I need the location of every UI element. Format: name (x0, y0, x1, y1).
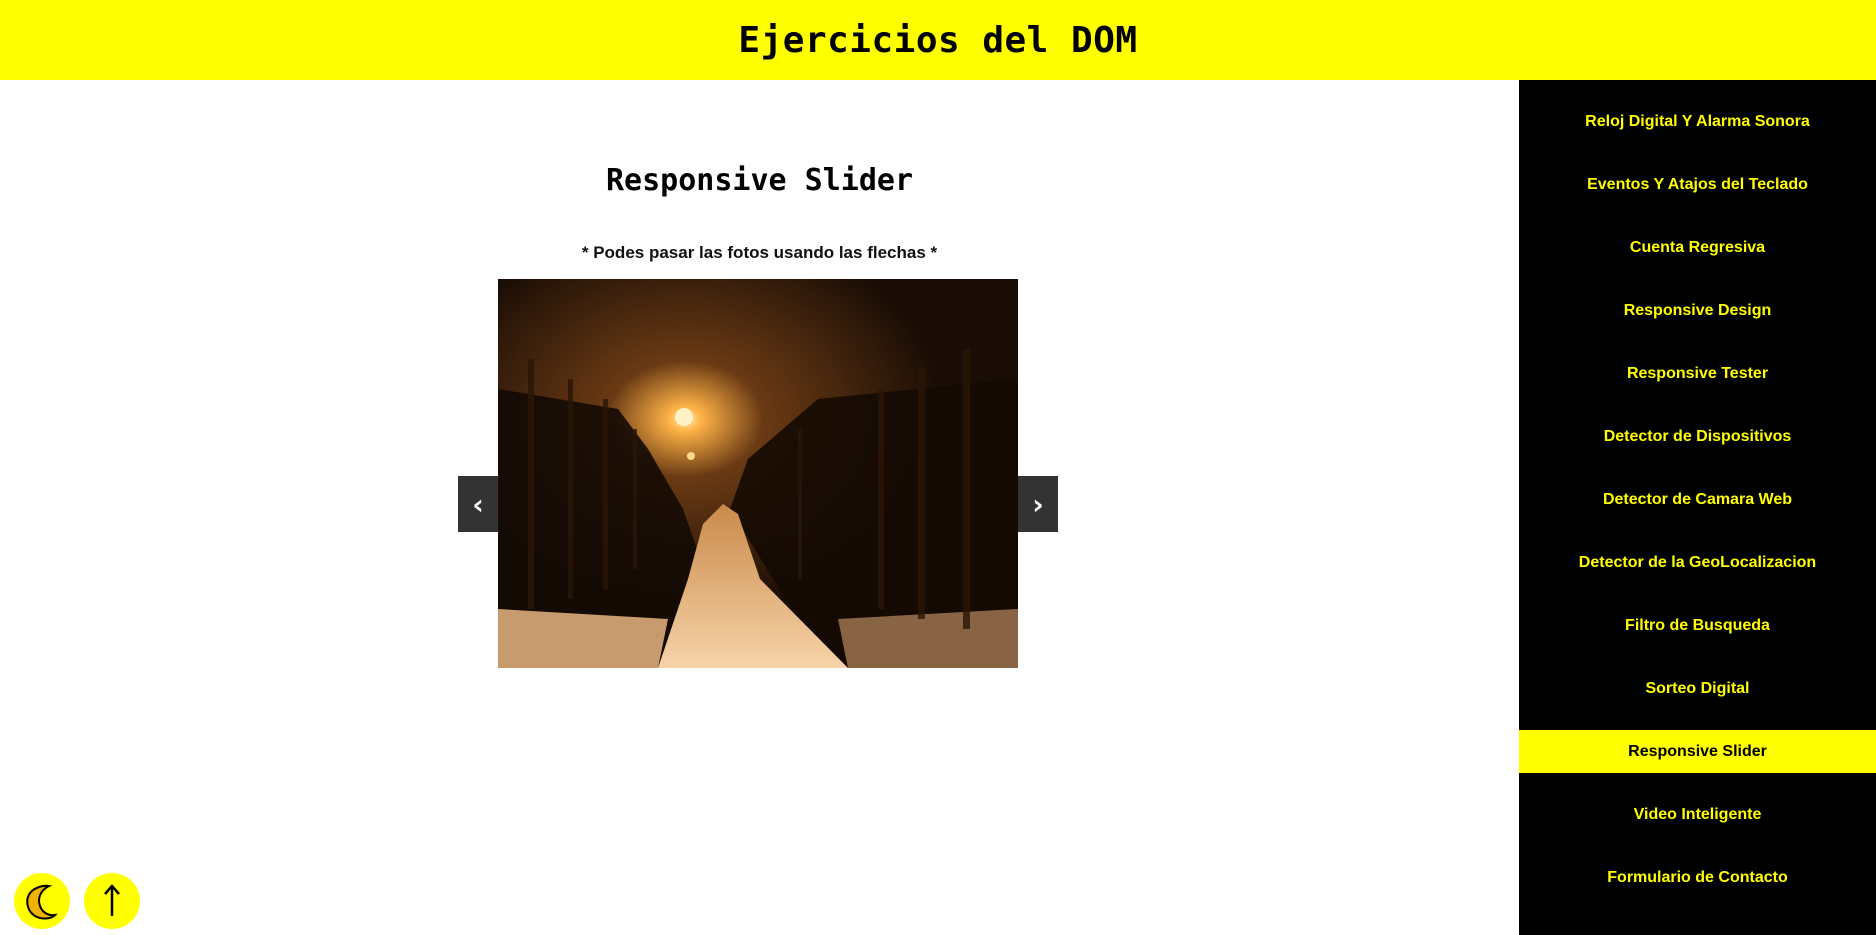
dark-mode-toggle-button[interactable] (14, 873, 70, 929)
sidebar-item-responsive-tester[interactable]: Responsive Tester (1519, 352, 1876, 395)
sidebar-item-responsive-slider[interactable]: Responsive Slider (1519, 730, 1876, 773)
sidebar-item-geolocalizacion[interactable]: Detector de la GeoLocalizacion (1519, 541, 1876, 584)
sidebar-item-responsive-design[interactable]: Responsive Design (1519, 289, 1876, 332)
moon-icon (26, 884, 58, 920)
sidebar-item-formulario-contacto[interactable]: Formulario de Contacto (1519, 856, 1876, 899)
scroll-top-button[interactable] (84, 873, 140, 929)
slide-image (498, 279, 1018, 668)
sidebar-menu: Reloj Digital Y Alarma Sonora Eventos Y … (1519, 80, 1876, 935)
slider-next-button[interactable]: › (1018, 476, 1058, 532)
image-slider[interactable] (498, 279, 1018, 668)
sidebar-item-video-inteligente[interactable]: Video Inteligente (1519, 793, 1876, 836)
sidebar-item-reloj-digital[interactable]: Reloj Digital Y Alarma Sonora (1519, 100, 1876, 143)
slider-prev-button[interactable]: ‹ (458, 476, 498, 532)
slider-hint: * Podes pasar las fotos usando las flech… (581, 243, 938, 262)
page-title: Ejercicios del DOM (738, 19, 1138, 61)
section-title: Responsive Slider (605, 163, 914, 198)
sidebar-item-filtro-busqueda[interactable]: Filtro de Busqueda (1519, 604, 1876, 647)
sidebar-item-detector-dispositivos[interactable]: Detector de Dispositivos (1519, 415, 1876, 458)
arrow-up-icon (104, 884, 120, 916)
sidebar-item-sorteo-digital[interactable]: Sorteo Digital (1519, 667, 1876, 710)
page-header: Ejercicios del DOM (0, 0, 1876, 80)
sidebar-item-eventos-teclado[interactable]: Eventos Y Atajos del Teclado (1519, 163, 1876, 206)
sidebar-item-detector-camara[interactable]: Detector de Camara Web (1519, 478, 1876, 521)
sidebar-item-cuenta-regresiva[interactable]: Cuenta Regresiva (1519, 226, 1876, 269)
